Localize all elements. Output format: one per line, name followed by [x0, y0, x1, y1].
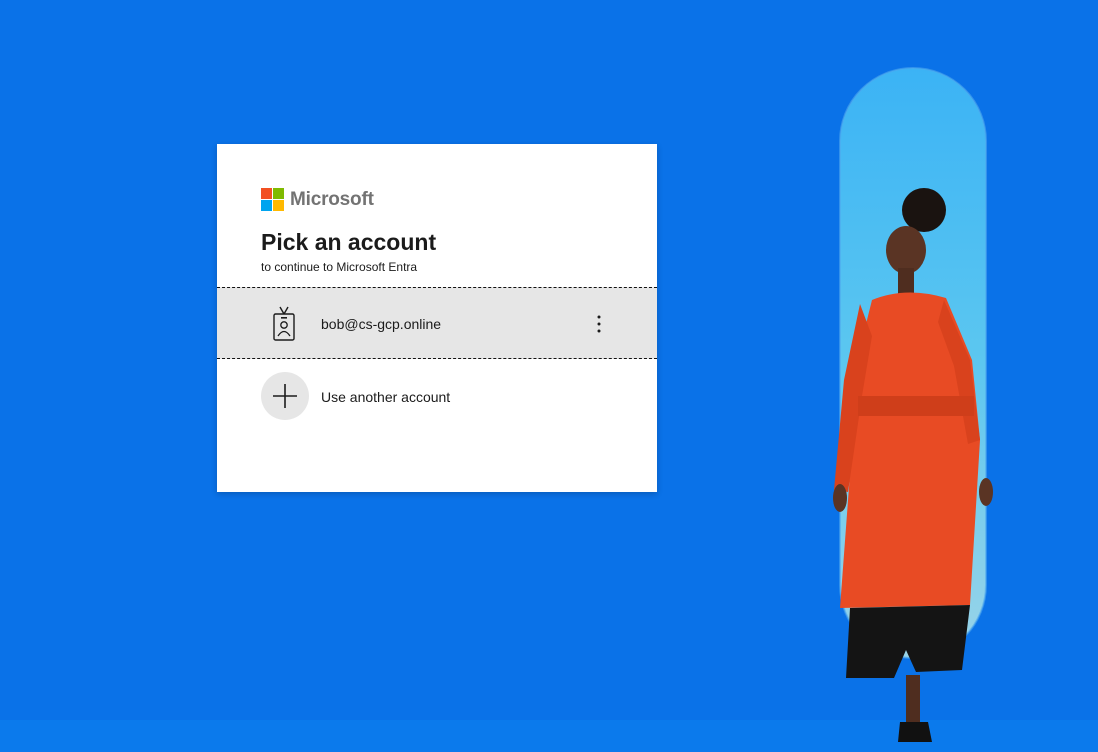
- microsoft-logo: Microsoft: [261, 188, 374, 211]
- more-options-icon: [597, 315, 601, 333]
- logo-square-green: [273, 188, 284, 199]
- page-title: Pick an account: [261, 229, 437, 255]
- logo-square-red: [261, 188, 272, 199]
- plus-icon: [273, 384, 297, 408]
- hero-illustration: [833, 67, 993, 742]
- badge-icon: [273, 306, 295, 341]
- account-tile[interactable]: bob@cs-gcp.online: [217, 287, 657, 359]
- use-another-account-label: Use another account: [321, 389, 451, 405]
- logo-square-yellow: [273, 200, 284, 211]
- logo-square-blue: [261, 200, 272, 211]
- page-subtitle: to continue to Microsoft Entra: [261, 260, 418, 274]
- microsoft-logo-icon: [261, 188, 284, 211]
- plus-circle: [261, 372, 309, 420]
- sign-in-card: Microsoft Pick an account to continue to…: [217, 144, 657, 492]
- use-another-account-button[interactable]: Use another account: [217, 360, 657, 432]
- brand-name: Microsoft: [290, 188, 374, 210]
- account-email: bob@cs-gcp.online: [321, 316, 442, 332]
- more-options-button[interactable]: [585, 308, 613, 340]
